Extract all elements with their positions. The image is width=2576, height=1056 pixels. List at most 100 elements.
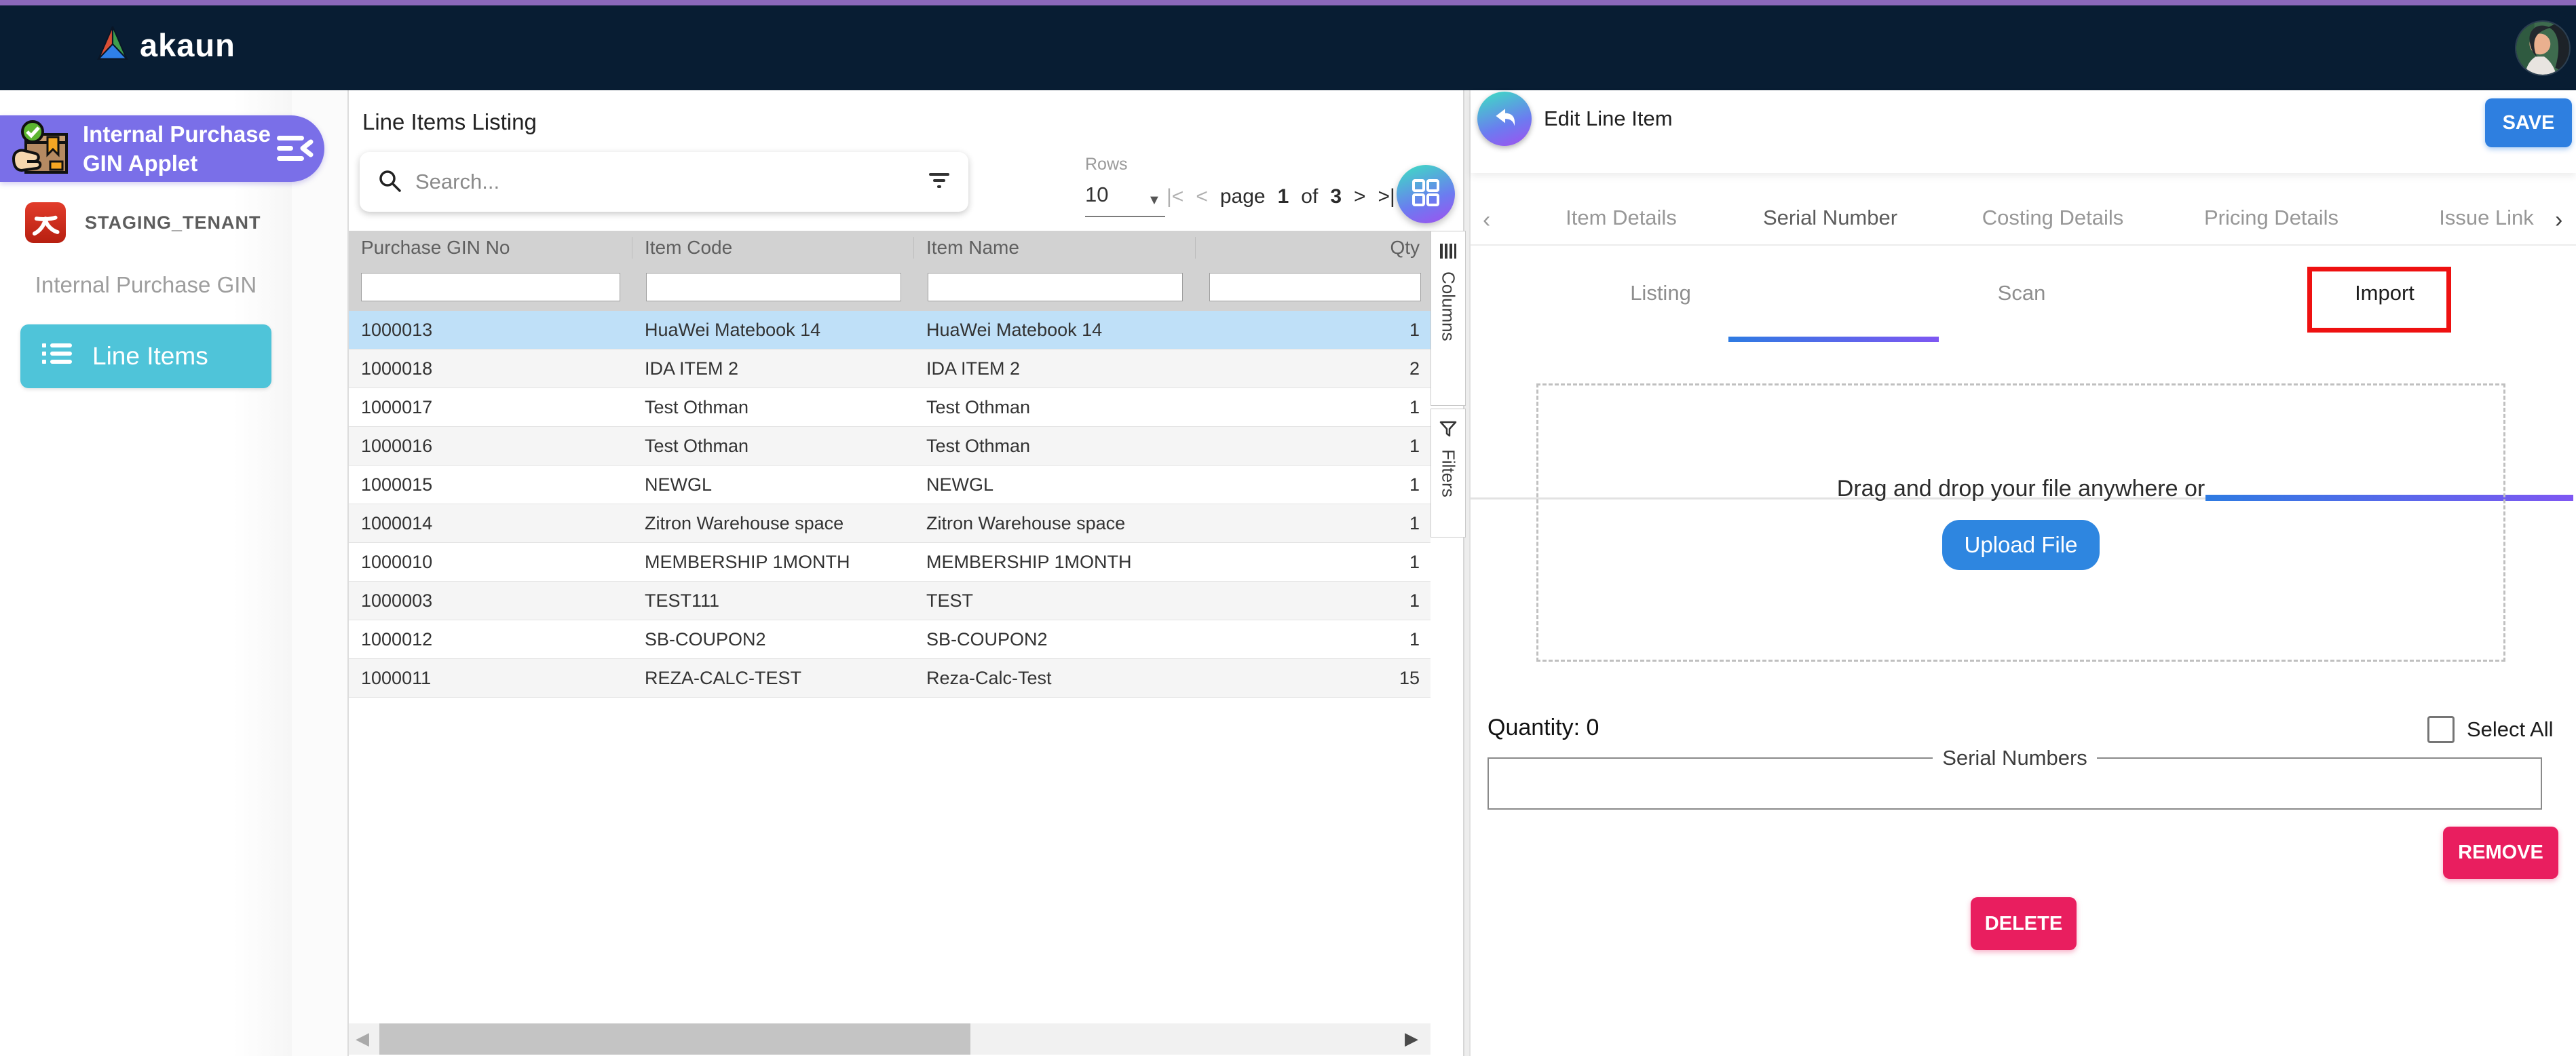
cell-gin: 1000011: [349, 668, 632, 689]
sidebar-item-line-items[interactable]: Line Items: [20, 324, 271, 388]
search-input[interactable]: [414, 169, 915, 195]
next-page-button[interactable]: >: [1354, 185, 1366, 208]
first-page-button[interactable]: |<: [1167, 185, 1183, 208]
tabs-divider: [1471, 244, 2576, 246]
user-avatar[interactable]: [2516, 22, 2569, 75]
table-row[interactable]: 1000017Test OthmanTest Othman1: [349, 388, 1431, 427]
last-page-button[interactable]: >|: [1378, 185, 1395, 208]
cell-name: IDA ITEM 2: [914, 358, 1196, 379]
filter-input-purchase-gin-no[interactable]: [361, 273, 620, 301]
rows-per-page-control[interactable]: Rows 10 ▼: [1085, 155, 1173, 207]
column-header-item-name[interactable]: Item Name: [914, 237, 1196, 259]
table-row[interactable]: 1000011REZA-CALC-TESTReza-Calc-Test15: [349, 659, 1431, 698]
sub-tab-scan[interactable]: Scan: [1998, 281, 2046, 305]
cell-code: SB-COUPON2: [632, 629, 914, 650]
table-row[interactable]: 1000018IDA ITEM 2IDA ITEM 22: [349, 350, 1431, 388]
cell-qty: 1: [1196, 320, 1431, 341]
filter-input-item-name[interactable]: [928, 273, 1183, 301]
total-pages: 3: [1330, 185, 1342, 208]
back-arrow-icon: [1490, 103, 1519, 135]
horizontal-scrollbar[interactable]: ◀ ▶: [349, 1023, 1431, 1055]
column-header-qty[interactable]: Qty: [1196, 237, 1431, 259]
scrollbar-thumb[interactable]: [379, 1023, 970, 1055]
search-bar: [360, 152, 968, 212]
serial-numbers-fieldset[interactable]: Serial Numbers: [1488, 746, 2542, 810]
file-dropzone[interactable]: Drag and drop your file anywhere or Uplo…: [1536, 383, 2505, 662]
sidebar-item-label: Line Items: [92, 342, 208, 371]
sub-tab-import[interactable]: Import: [2355, 281, 2414, 305]
grid-icon: [1410, 177, 1441, 212]
table-row[interactable]: 1000010MEMBERSHIP 1MONTHMEMBERSHIP 1MONT…: [349, 543, 1431, 582]
table-header: Purchase GIN No Item Code Item Name Qty: [349, 231, 1431, 265]
prev-page-button[interactable]: <: [1196, 185, 1208, 208]
delete-button[interactable]: DELETE: [1971, 897, 2077, 950]
filters-panel-tab[interactable]: Filters: [1431, 409, 1466, 538]
sidebar: Internal Purchase GIN Applet: [0, 90, 292, 1056]
cell-name: Zitron Warehouse space: [914, 513, 1196, 534]
remove-button[interactable]: REMOVE: [2443, 827, 2558, 879]
cell-gin: 1000013: [349, 320, 632, 341]
cell-name: Test Othman: [914, 436, 1196, 457]
akaun-triangle-icon: [95, 24, 130, 66]
table-row[interactable]: 1000014Zitron Warehouse spaceZitron Ware…: [349, 504, 1431, 543]
tab-item-details[interactable]: Item Details: [1566, 206, 1677, 230]
filter-list-icon[interactable]: [928, 170, 951, 194]
filter-input-qty[interactable]: [1209, 273, 1421, 301]
page-word: page: [1220, 185, 1266, 208]
scroll-left-icon[interactable]: ◀: [356, 1028, 369, 1049]
table-row[interactable]: 1000012SB-COUPON2SB-COUPON21: [349, 620, 1431, 659]
collapse-sidebar-icon[interactable]: [276, 133, 315, 164]
scroll-right-icon[interactable]: ▶: [1405, 1028, 1418, 1049]
back-button[interactable]: [1477, 92, 1532, 146]
funnel-icon: [1439, 420, 1457, 441]
tenant-row[interactable]: STAGING_TENANT: [25, 202, 261, 243]
tab-pricing-details[interactable]: Pricing Details: [2204, 206, 2338, 230]
tab-costing-details[interactable]: Costing Details: [1982, 206, 2123, 230]
top-navbar: akaun: [0, 5, 2576, 90]
column-header-item-code[interactable]: Item Code: [632, 237, 914, 259]
cell-code: IDA ITEM 2: [632, 358, 914, 379]
line-items-listing-panel: Line Items Listing Rows 10 ▼ |< < page 1…: [347, 90, 1464, 1056]
serial-numbers-legend: Serial Numbers: [1933, 746, 2097, 770]
active-tab-indicator: [1728, 337, 1939, 342]
save-button[interactable]: SAVE: [2485, 98, 2572, 147]
editor-header: Edit Line Item SAVE: [1471, 90, 2576, 173]
applet-banner[interactable]: Internal Purchase GIN Applet: [0, 115, 324, 182]
sub-tab-listing[interactable]: Listing: [1630, 281, 1691, 305]
editor-title: Edit Line Item: [1544, 107, 1673, 131]
table-filter-row: [349, 265, 1431, 311]
select-all-label: Select All: [2467, 717, 2554, 742]
column-header-purchase-gin-no[interactable]: Purchase GIN No: [349, 237, 632, 259]
cell-code: HuaWei Matebook 14: [632, 320, 914, 341]
dropzone-message: Drag and drop your file anywhere or: [1837, 476, 2205, 502]
akaun-logo[interactable]: akaun: [95, 24, 235, 66]
tenant-label: STAGING_TENANT: [85, 212, 261, 233]
cell-gin: 1000014: [349, 513, 632, 534]
table-row[interactable]: 1000015NEWGLNEWGL1: [349, 466, 1431, 504]
tab-serial-number[interactable]: Serial Number: [1763, 206, 1897, 230]
cell-name: HuaWei Matebook 14: [914, 320, 1196, 341]
cell-code: TEST111: [632, 590, 914, 611]
tabs-scroll-right-icon[interactable]: ›: [2555, 207, 2562, 233]
columns-panel-tab[interactable]: Columns: [1431, 231, 1466, 406]
filter-input-item-code[interactable]: [646, 273, 901, 301]
tabs-scroll-left-icon[interactable]: ‹: [1483, 207, 1490, 233]
logo-text: akaun: [140, 26, 235, 64]
of-word: of: [1301, 185, 1318, 208]
top-accent-strip: [0, 0, 2576, 5]
grid-view-button[interactable]: [1397, 165, 1455, 223]
serial-number-sub-tabs: Listing Scan Import: [1471, 266, 2576, 326]
rows-label: Rows: [1085, 155, 1173, 174]
tenant-app-icon: [25, 202, 66, 243]
tab-issue-link[interactable]: Issue Link: [2439, 206, 2534, 230]
select-all-checkbox[interactable]: [2427, 716, 2455, 743]
cell-qty: 1: [1196, 590, 1431, 611]
upload-file-button[interactable]: Upload File: [1942, 520, 2100, 570]
table-row[interactable]: 1000013HuaWei Matebook 14HuaWei Matebook…: [349, 311, 1431, 350]
table-row[interactable]: 1000016Test OthmanTest Othman1: [349, 427, 1431, 466]
cell-qty: 1: [1196, 629, 1431, 650]
chevron-down-icon[interactable]: ▼: [1148, 193, 1161, 208]
cell-name: SB-COUPON2: [914, 629, 1196, 650]
cell-name: TEST: [914, 590, 1196, 611]
table-row[interactable]: 1000003TEST111TEST1: [349, 582, 1431, 620]
